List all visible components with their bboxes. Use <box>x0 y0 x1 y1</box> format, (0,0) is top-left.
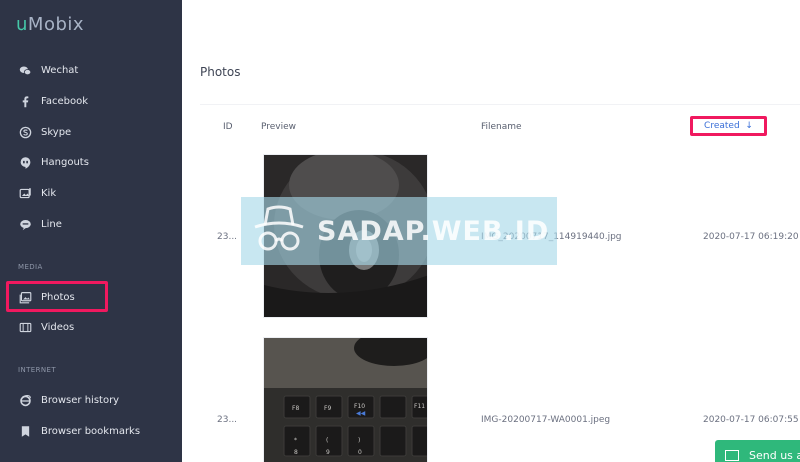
svg-text:(: ( <box>326 437 328 444</box>
line-icon <box>18 217 32 231</box>
videos-icon <box>18 320 32 334</box>
kik-icon <box>18 186 32 200</box>
app-logo[interactable]: uMobix <box>16 14 84 35</box>
svg-text:0: 0 <box>358 449 362 456</box>
watermark-overlay: SADAP.WEB.ID <box>241 197 557 265</box>
internet-section-label: INTERNET <box>18 366 56 374</box>
row-1-id: 23... <box>217 232 238 242</box>
media-section-label: MEDIA <box>18 263 43 271</box>
spy-hat-glasses-icon <box>254 205 304 251</box>
svg-text:◀◀: ◀◀ <box>356 410 366 417</box>
svg-text:8: 8 <box>294 449 298 456</box>
row-2-id: 23... <box>217 415 238 425</box>
row-1-created: 2020-07-17 06:19:20 <box>703 232 799 242</box>
svg-text:*: * <box>294 437 297 444</box>
svg-text:F8: F8 <box>292 405 299 412</box>
facebook-icon <box>18 94 32 108</box>
sidebar: uMobix Wechat Facebook Skype Hangouts Ki… <box>0 0 182 462</box>
sidebar-item-videos[interactable]: Videos <box>18 315 74 339</box>
envelope-icon <box>725 449 739 461</box>
row-2-photo-image: F8 F9 F10 F11 * 8 (9 ) 0 ◀◀ <box>264 338 427 462</box>
svg-text:F10: F10 <box>354 403 365 410</box>
row-2-photo-thumbnail[interactable]: F8 F9 F10 F11 * 8 (9 ) 0 ◀◀ <box>263 337 428 462</box>
row-2-filename: IMG-20200717-WA0001.jpeg <box>481 415 611 425</box>
column-header-preview[interactable]: Preview <box>261 122 296 132</box>
send-us-a-message-button[interactable]: Send us a <box>715 440 800 462</box>
sidebar-item-browser-bookmarks[interactable]: Browser bookmarks <box>18 419 140 443</box>
sidebar-item-skype[interactable]: Skype <box>18 120 71 144</box>
row-2-created: 2020-07-17 06:07:55 <box>703 415 799 425</box>
sidebar-item-kik[interactable]: Kik <box>18 181 56 205</box>
svg-text:9: 9 <box>326 449 330 456</box>
svg-text:F11: F11 <box>414 403 425 410</box>
column-header-id[interactable]: ID <box>223 122 233 132</box>
bookmark-icon <box>18 424 32 438</box>
wechat-icon <box>18 63 32 77</box>
photos-highlight-box <box>6 281 108 312</box>
column-header-filename[interactable]: Filename <box>481 122 522 132</box>
page-title: Photos <box>200 65 241 79</box>
hangouts-icon <box>18 155 32 169</box>
svg-text:): ) <box>358 437 360 444</box>
sidebar-item-line[interactable]: Line <box>18 212 62 236</box>
sidebar-item-browser-history[interactable]: Browser history <box>18 388 119 412</box>
sidebar-item-facebook[interactable]: Facebook <box>18 89 88 113</box>
sort-down-arrow-icon: ↓ <box>745 121 753 131</box>
column-header-created[interactable]: Created ↓ <box>690 116 767 136</box>
sidebar-item-hangouts[interactable]: Hangouts <box>18 150 89 174</box>
skype-icon <box>18 125 32 139</box>
browser-history-icon <box>18 393 32 407</box>
sidebar-item-wechat[interactable]: Wechat <box>18 58 78 82</box>
svg-text:F9: F9 <box>324 405 331 412</box>
watermark-text: SADAP.WEB.ID <box>317 215 550 247</box>
